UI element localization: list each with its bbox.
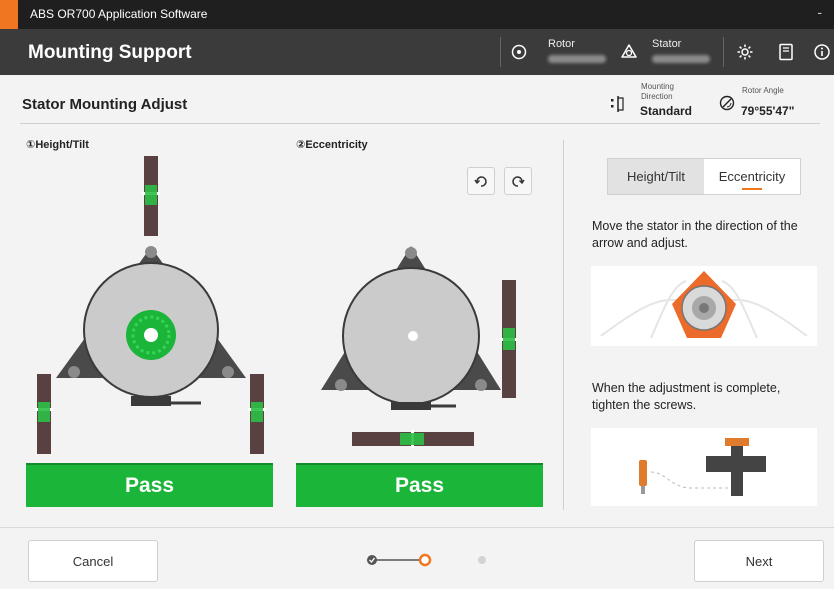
- mounting-direction-icon: [608, 94, 626, 114]
- step-indicator: [362, 550, 492, 570]
- step-current-dot: [418, 553, 432, 567]
- window-title: ABS OR700 Application Software: [30, 7, 208, 21]
- footer: Cancel Next: [0, 527, 834, 589]
- rotate-ccw-button[interactable]: [467, 167, 495, 195]
- mounting-direction-label: Mounting: [641, 82, 674, 91]
- stator-label: Stator: [652, 38, 682, 50]
- title-bar: ABS OR700 Application Software -: [0, 0, 834, 29]
- rotate-cw-button[interactable]: [504, 167, 532, 195]
- instruction-tighten: When the adjustment is complete, tighten…: [592, 381, 781, 412]
- brand-accent: [0, 0, 18, 29]
- rotor-label: Rotor: [548, 38, 575, 50]
- app-header: Mounting Support Rotor Stator: [0, 29, 834, 75]
- manual-icon[interactable]: [776, 42, 796, 62]
- eccentricity-status: Pass: [296, 463, 543, 507]
- rotor-angle-label: Rotor Angle: [742, 86, 784, 95]
- minimize-button[interactable]: -: [817, 4, 822, 20]
- cancel-button[interactable]: Cancel: [28, 540, 158, 582]
- header-divider: [723, 37, 724, 67]
- info-icon[interactable]: [812, 42, 832, 62]
- tab-eccentricity[interactable]: Eccentricity: [704, 159, 800, 194]
- stator-id-masked: [652, 55, 710, 63]
- mounting-direction-label-2: Direction: [641, 92, 673, 101]
- eccentricity-diagram: [321, 246, 518, 448]
- rotor-angle-value: 79°55'47": [741, 104, 795, 118]
- mode-tabs: Height/Tilt Eccentricity: [607, 158, 801, 195]
- height-tilt-diagram: [35, 156, 266, 454]
- rotate-ccw-icon: [474, 176, 487, 187]
- step-todo-dot: [478, 556, 486, 564]
- panel-divider: [563, 140, 564, 510]
- rotor-icon: [510, 43, 528, 61]
- section-title: Stator Mounting Adjust: [22, 96, 188, 113]
- screen-title: Mounting Support: [28, 42, 192, 63]
- rotor-angle-icon: [718, 94, 736, 112]
- move-stator-illustration: [591, 266, 817, 346]
- section-header: Stator Mounting Adjust Mounting Directio…: [20, 76, 820, 124]
- mounting-direction-value: Standard: [640, 104, 693, 118]
- height-tilt-status: Pass: [26, 463, 273, 507]
- stator-icon: [619, 42, 639, 62]
- header-divider: [500, 37, 501, 67]
- rotor-id-masked: [548, 55, 606, 63]
- eccentricity-label: ②Eccentricity: [296, 139, 368, 151]
- instruction-move: Move the stator in the direction of the …: [592, 219, 798, 250]
- rotate-cw-icon: [512, 176, 525, 187]
- tab-height-tilt[interactable]: Height/Tilt: [608, 159, 704, 194]
- step-done-dot: [367, 555, 377, 565]
- next-button[interactable]: Next: [694, 540, 824, 582]
- tighten-screws-illustration: [591, 428, 817, 506]
- settings-icon[interactable]: [735, 42, 755, 62]
